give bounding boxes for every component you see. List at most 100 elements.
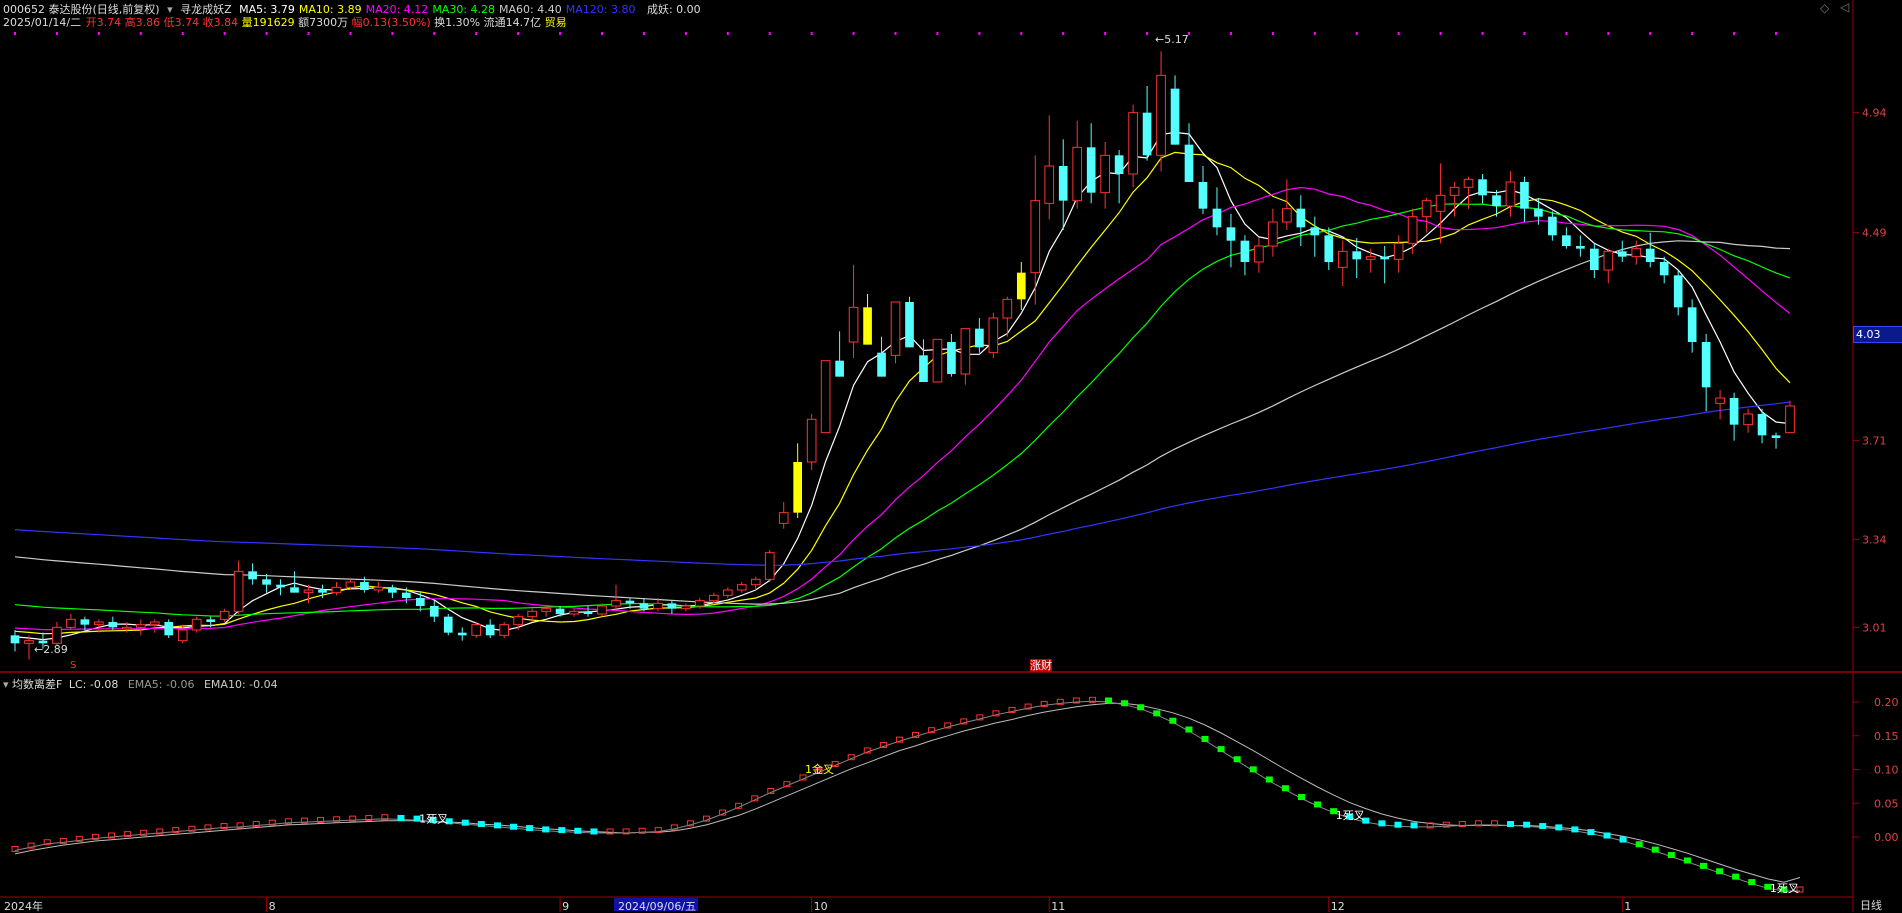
lc-marker bbox=[510, 823, 518, 830]
candle bbox=[1771, 432, 1781, 449]
float-shares: 流通14.7亿 bbox=[483, 16, 542, 29]
candle bbox=[1114, 150, 1124, 204]
cross-label: 1死叉 bbox=[1770, 882, 1799, 895]
candle bbox=[611, 584, 621, 612]
price-tick-label: 3.34 bbox=[1862, 533, 1887, 546]
lc-marker bbox=[1378, 820, 1386, 827]
signal-dot bbox=[559, 32, 562, 35]
candle bbox=[135, 619, 146, 636]
candle bbox=[262, 574, 271, 593]
lc-marker bbox=[590, 828, 598, 835]
candle bbox=[149, 619, 160, 633]
candle bbox=[1576, 235, 1585, 257]
sub-tick-label: 0.20 bbox=[1874, 696, 1899, 709]
diamond-icon[interactable]: ◇ bbox=[1820, 1, 1829, 15]
candle bbox=[1562, 227, 1571, 249]
open-price: 开3.74 bbox=[85, 16, 122, 29]
lc-marker bbox=[1249, 766, 1257, 773]
candle-body bbox=[1492, 195, 1501, 206]
lc-marker bbox=[526, 825, 534, 832]
candle-body bbox=[276, 584, 285, 588]
low-price: 低3.74 bbox=[163, 16, 200, 29]
candle-body bbox=[919, 355, 928, 382]
candle-body bbox=[1156, 74, 1166, 156]
candle bbox=[1701, 334, 1711, 412]
kline-chart[interactable]: 4.94 4.49 3.71 3.34 3.01 0.20 0.15 0.10 0.05 0.0… bbox=[0, 0, 1902, 912]
candle-body bbox=[191, 618, 202, 631]
candle bbox=[108, 616, 118, 630]
date-label: 1 bbox=[1624, 900, 1631, 912]
lc-marker bbox=[1651, 846, 1659, 853]
sub-tick-label: 0.15 bbox=[1874, 730, 1899, 743]
candle bbox=[373, 582, 384, 593]
lc-marker bbox=[1700, 862, 1708, 869]
candle-body bbox=[485, 624, 495, 636]
candle-body bbox=[750, 578, 761, 586]
candle-body bbox=[1603, 250, 1614, 271]
lc-marker bbox=[1169, 717, 1177, 724]
high-annotation: ←5.17 bbox=[1155, 33, 1189, 46]
candle-body bbox=[975, 328, 984, 348]
header-row-2: 2025/01/14/二 开3.74 高3.86 低3.74 收3.84 量19… bbox=[3, 14, 571, 30]
expand-icon[interactable]: ◁ bbox=[1840, 0, 1849, 14]
candle bbox=[1058, 139, 1068, 230]
news-marker[interactable]: 涨财 bbox=[1030, 657, 1052, 673]
candle-body bbox=[1743, 413, 1753, 426]
period-label[interactable]: 日线 bbox=[1860, 897, 1882, 913]
lc-marker bbox=[1297, 794, 1305, 801]
sub-dropdown-icon[interactable]: ▾ bbox=[3, 678, 9, 691]
candle bbox=[443, 614, 453, 636]
candle-body bbox=[778, 512, 789, 524]
candle bbox=[1016, 262, 1026, 310]
candle bbox=[164, 619, 174, 638]
signal-dot bbox=[768, 32, 771, 35]
sub-title[interactable]: 均数离差F bbox=[12, 678, 62, 691]
sub-legend: ▾ 均数离差F LC: -0.08 EMA5: -0.06 EMA10: -0.… bbox=[3, 676, 278, 692]
candle-body bbox=[1170, 88, 1180, 145]
signal-dot bbox=[14, 32, 16, 35]
industry-label[interactable]: 贸易 bbox=[545, 16, 567, 29]
candle-body bbox=[1016, 272, 1026, 300]
candle-body bbox=[219, 610, 230, 620]
lc-marker bbox=[1523, 821, 1531, 828]
lc-marker bbox=[1410, 822, 1418, 829]
signal-dot bbox=[139, 32, 142, 35]
candle bbox=[1170, 75, 1180, 145]
candle-body bbox=[388, 587, 397, 593]
candle-body bbox=[527, 610, 537, 618]
signal-dot bbox=[1649, 32, 1652, 35]
candle bbox=[1044, 115, 1055, 220]
high-price: 高3.86 bbox=[124, 16, 161, 29]
candle bbox=[1393, 235, 1404, 273]
candle-body bbox=[835, 360, 844, 377]
candle-body bbox=[905, 302, 914, 348]
signal-dot bbox=[1271, 32, 1274, 35]
candle-body bbox=[764, 552, 775, 580]
lc-marker bbox=[1201, 735, 1209, 742]
candle bbox=[1380, 246, 1390, 284]
signal-marker[interactable]: S bbox=[70, 660, 76, 671]
candle bbox=[1407, 208, 1418, 254]
candle-body bbox=[960, 328, 971, 375]
candle-body bbox=[806, 418, 817, 463]
signal-dot bbox=[1229, 32, 1232, 35]
candle bbox=[1156, 51, 1166, 172]
candle bbox=[722, 587, 733, 598]
candle bbox=[667, 600, 677, 614]
ema5-value: EMA5: -0.06 bbox=[127, 678, 195, 691]
indicator-subplot: 0.20 0.15 0.10 0.05 0.00 1死叉 1金叉 1死叉 1死叉 bbox=[11, 696, 1899, 895]
date-label: 2024/09/06/五 bbox=[618, 900, 696, 912]
candle bbox=[1142, 86, 1152, 161]
candle bbox=[1548, 211, 1557, 241]
candle-body bbox=[1114, 155, 1124, 174]
close-price: 收3.84 bbox=[202, 16, 239, 29]
candle bbox=[793, 443, 803, 518]
candle-body bbox=[1002, 298, 1013, 319]
ma-line-ma30 bbox=[14, 203, 1791, 617]
candle-body bbox=[1701, 342, 1711, 388]
candle bbox=[1030, 155, 1041, 305]
candle bbox=[485, 619, 495, 638]
lc-marker bbox=[1683, 857, 1691, 864]
signal-dot bbox=[684, 32, 687, 35]
candle-body bbox=[848, 306, 859, 343]
